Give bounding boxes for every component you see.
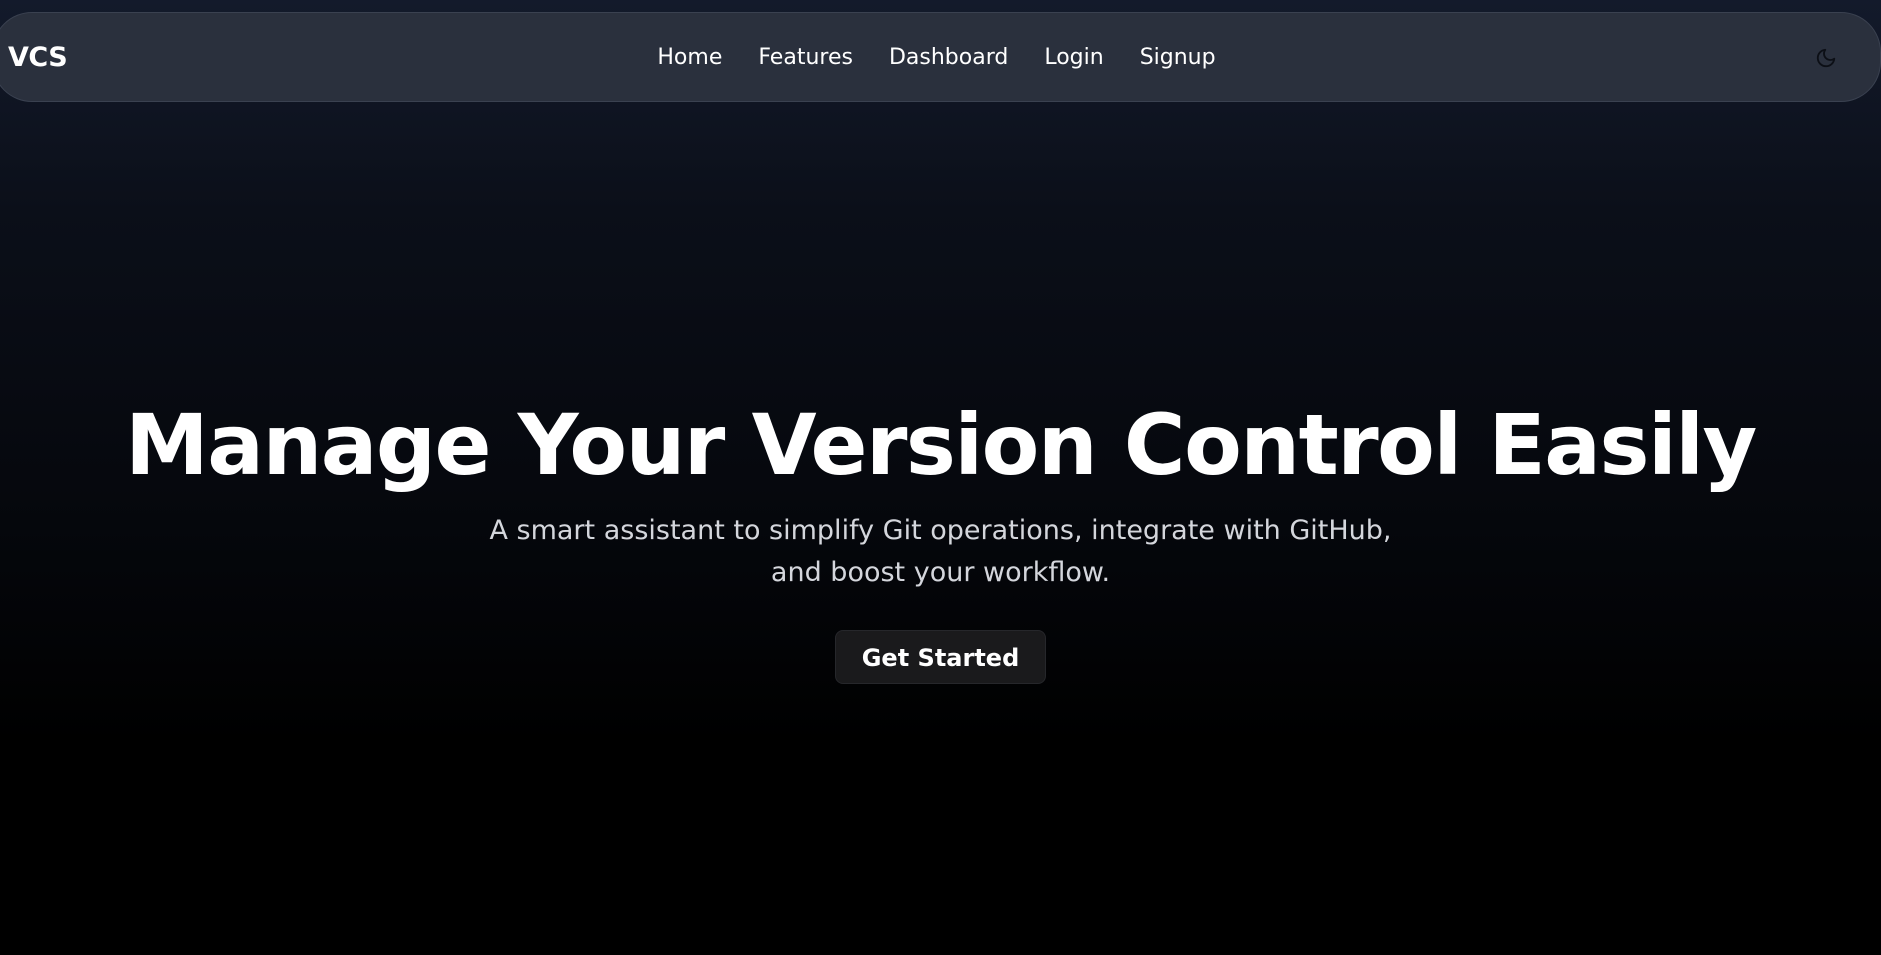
nav-link-signup[interactable]: Signup <box>1122 13 1234 103</box>
nav-link-home[interactable]: Home <box>639 13 740 103</box>
nav-link-features[interactable]: Features <box>740 13 871 103</box>
hero-section: Manage Your Version Control Easily A sma… <box>0 390 1881 684</box>
nav-link-login[interactable]: Login <box>1026 13 1121 103</box>
hero-subtitle: A smart assistant to simplify Git operat… <box>489 515 1392 588</box>
moon-icon <box>1816 48 1836 68</box>
get-started-button[interactable]: Get Started <box>835 630 1046 684</box>
main-nav: Home Features Dashboard Login Signup <box>0 13 1880 103</box>
hero-title: Manage Your Version Control Easily <box>125 396 1757 494</box>
theme-toggle-button[interactable] <box>1812 44 1840 72</box>
nav-link-dashboard[interactable]: Dashboard <box>871 13 1026 103</box>
top-navbar: VCS Home Features Dashboard Login Signup <box>0 12 1881 102</box>
